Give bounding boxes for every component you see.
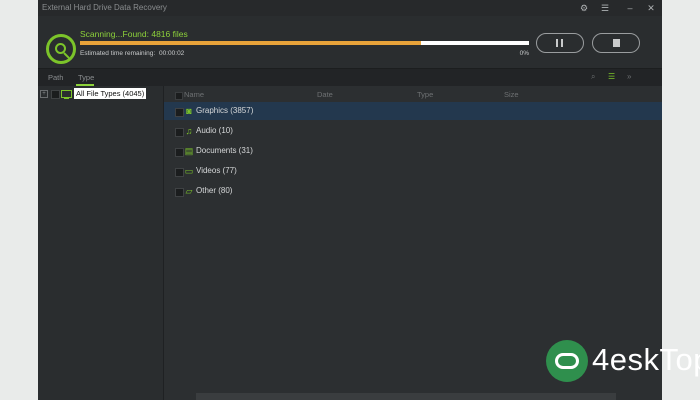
row-label: Documents (31) (196, 146, 253, 155)
eta-label: Estimated time remaining: (80, 50, 156, 57)
row-checkbox[interactable] (175, 188, 184, 197)
row-checkbox[interactable] (175, 168, 184, 177)
eta-value: 00:00:02 (159, 50, 185, 57)
scan-status: Scanning...Found: 4816 files (80, 29, 188, 39)
collapse-icon[interactable]: » (627, 72, 631, 81)
document-icon: ▤ (184, 146, 194, 156)
row-checkbox[interactable] (175, 148, 184, 157)
pause-icon (556, 39, 558, 47)
music-note-icon: ♫ (185, 126, 193, 136)
monitor-icon (61, 90, 72, 99)
scan-progress-bar (80, 41, 529, 45)
folder-icon: ▱ (185, 186, 193, 196)
tree-panel: + All File Types (4045) (38, 86, 164, 400)
column-header: Name Date Type Size (164, 88, 662, 100)
search-icon[interactable]: ⌕ (591, 72, 595, 82)
tree-item-label: All File Types (4045) (74, 88, 147, 99)
video-icon: ▭ (184, 166, 194, 176)
tab-path[interactable]: Path (48, 73, 63, 82)
scan-logo-icon (46, 34, 76, 64)
view-tabs: Path Type ⌕ ☰ » (38, 68, 662, 86)
list-view-icon[interactable]: ☰ (608, 72, 615, 81)
row-checkbox[interactable] (175, 128, 184, 137)
column-name[interactable]: Name (184, 90, 204, 99)
watermark-text: 4eskTop (592, 342, 700, 377)
watermark-icon (546, 340, 588, 382)
tree-checkbox[interactable] (51, 90, 60, 99)
row-label: Graphics (3857) (196, 106, 254, 115)
horizontal-scrollbar[interactable] (196, 393, 616, 400)
settings-icon[interactable]: ⚙ (575, 2, 593, 14)
stop-icon (613, 39, 620, 47)
minimize-icon[interactable]: – (621, 2, 639, 14)
file-row-graphics[interactable]: ◙ Graphics (3857) (164, 102, 662, 120)
title-bar: External Hard Drive Data Recovery ⚙ ☰ – … (38, 0, 662, 16)
camera-icon: ◙ (186, 106, 192, 116)
row-label: Audio (10) (196, 126, 233, 135)
file-row-audio[interactable]: ♫ Audio (10) (164, 122, 662, 140)
window-title: External Hard Drive Data Recovery (42, 3, 167, 12)
column-size[interactable]: Size (504, 90, 519, 99)
file-row-documents[interactable]: ▤ Documents (31) (164, 142, 662, 160)
scan-header: Scanning...Found: 4816 files Estimated t… (38, 16, 662, 68)
menu-icon[interactable]: ☰ (596, 2, 614, 14)
file-row-other[interactable]: ▱ Other (80) (164, 182, 662, 200)
row-label: Other (80) (196, 186, 233, 195)
scan-progress-fill (80, 41, 422, 45)
file-row-videos[interactable]: ▭ Videos (77) (164, 162, 662, 180)
stop-button[interactable] (592, 33, 640, 53)
pause-button[interactable] (536, 33, 584, 53)
watermark-logo: 4eskTop (546, 338, 700, 386)
progress-percent: 0% (519, 50, 529, 57)
select-all-checkbox[interactable] (175, 92, 183, 100)
expand-icon[interactable]: + (40, 90, 48, 98)
close-icon[interactable]: ✕ (642, 2, 660, 14)
tree-item-all-file-types[interactable]: + All File Types (4045) (40, 88, 160, 100)
column-date[interactable]: Date (317, 90, 333, 99)
tab-type[interactable]: Type (78, 73, 94, 82)
row-label: Videos (77) (196, 166, 237, 175)
column-type[interactable]: Type (417, 90, 433, 99)
row-checkbox[interactable] (175, 108, 184, 117)
